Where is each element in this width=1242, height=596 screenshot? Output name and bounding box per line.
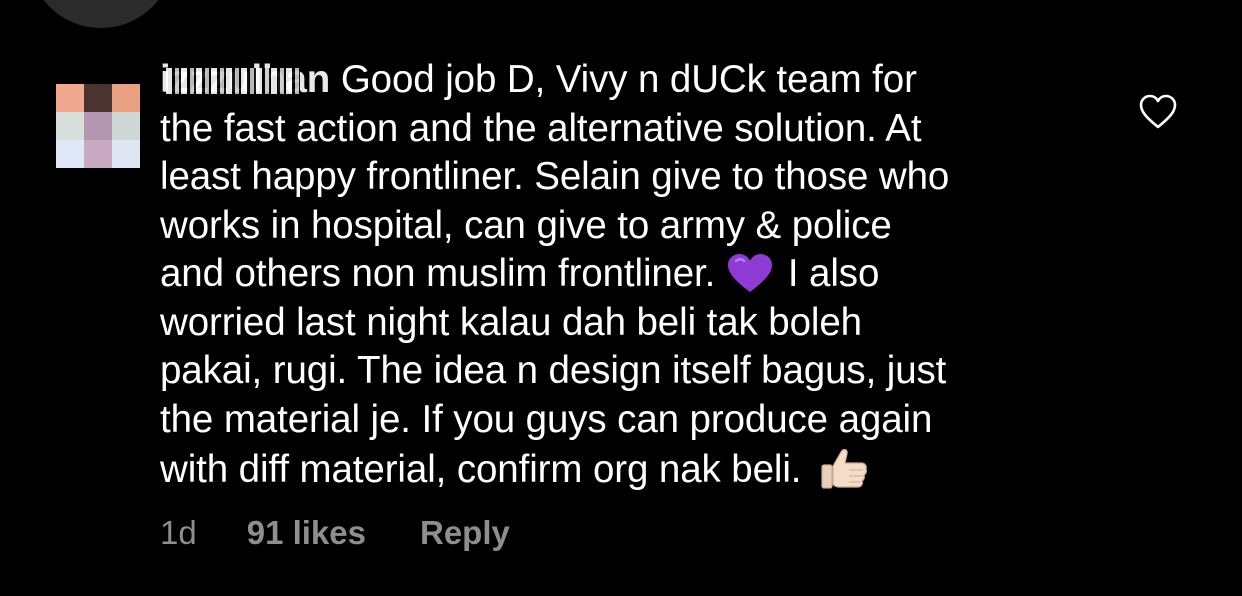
comment-line: least happy frontliner. Selain give to t… <box>160 155 950 198</box>
username[interactable]: izzzulhan <box>160 58 330 101</box>
comment-text-segment: with diff material, confirm org nak beli… <box>160 448 802 491</box>
commenter-avatar[interactable] <box>56 84 140 168</box>
thumbs-up-emoji <box>821 448 868 489</box>
avatar-pixel <box>56 84 84 112</box>
comment-line: izzzulhan Good job D, Vivy n dUCk team f… <box>160 56 1090 105</box>
comment-line: with diff material, confirm org nak beli… <box>160 444 1090 495</box>
comment-line: the material je. If you guys can produce… <box>160 397 933 441</box>
comment-line: works in hospital, can give to army & po… <box>160 203 892 247</box>
avatar-pixel <box>84 84 112 112</box>
comment-timestamp: 1d <box>160 514 197 551</box>
avatar-pixel <box>112 112 140 140</box>
comment-meta: 1d 91 likes Reply <box>160 514 510 552</box>
avatar-pixel <box>84 140 112 168</box>
comment-line: pakai, rugi. The idea n design itself ba… <box>160 349 947 392</box>
avatar-pixel <box>56 112 84 140</box>
comment-line: worried last night kalau dah beli tak bo… <box>160 300 862 344</box>
reply-button[interactable]: Reply <box>420 514 510 552</box>
previous-comment-avatar[interactable] <box>28 0 174 28</box>
avatar-pixel <box>112 140 140 168</box>
comment-text-segment: and others non muslim frontliner. <box>160 252 716 295</box>
comment-line: and others non muslim frontliner. I also <box>160 250 1090 299</box>
avatar-pixel <box>112 84 140 112</box>
purple-heart-emoji <box>728 254 773 292</box>
comment-line: the fast action and the alternative solu… <box>160 106 922 150</box>
likes-count-link[interactable]: 91 likes <box>247 514 366 552</box>
comment-text: izzzulhan Good job D, Vivy n dUCk team f… <box>160 56 1090 495</box>
heart-outline-icon[interactable] <box>1139 94 1177 130</box>
comment-text-segment: I also <box>787 252 880 295</box>
avatar-pixel <box>56 140 84 168</box>
avatar-pixel <box>84 112 112 140</box>
comment-text-segment: Good job D, Vivy n dUCk team for <box>340 58 917 101</box>
